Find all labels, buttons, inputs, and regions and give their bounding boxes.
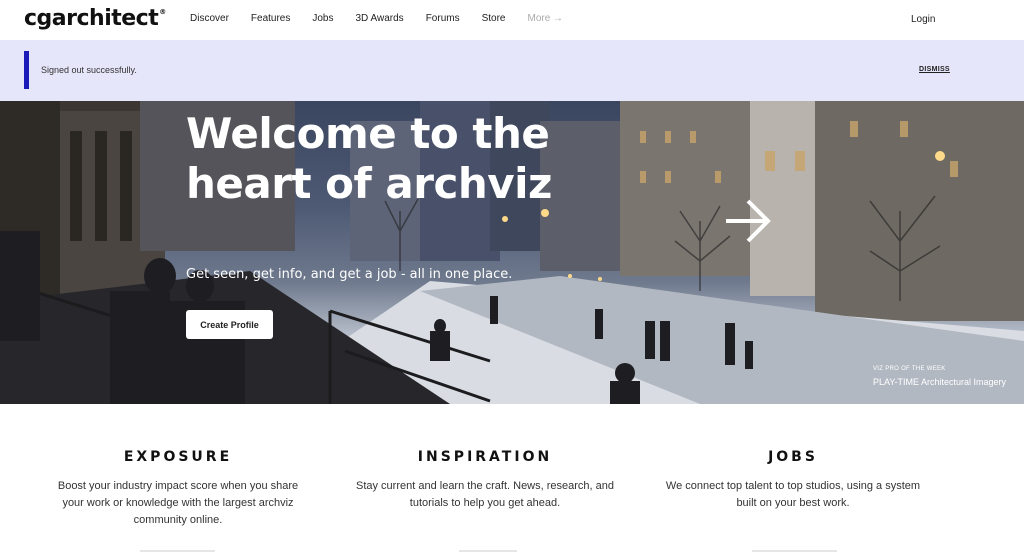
feature-title: EXPOSURE — [123, 449, 233, 465]
login-link[interactable]: Login — [911, 14, 935, 25]
flash-accent-bar — [24, 51, 29, 89]
hero-subtitle: Get seen, get info, and get a job - all … — [186, 267, 513, 282]
nav-link-store[interactable]: Store — [482, 13, 506, 24]
feature-title: JOBS — [768, 449, 818, 465]
hero-title: Welcome to the heart of archviz — [186, 109, 552, 208]
nav-link-more[interactable]: More → — [528, 13, 564, 24]
nav-link-jobs[interactable]: Jobs — [312, 13, 333, 24]
feature-text: We connect top talent to top studios, us… — [665, 480, 921, 509]
logo[interactable]: cgarchitect® — [24, 6, 166, 31]
nav-links: Discover Features Jobs 3D Awards Forums … — [190, 13, 585, 24]
arrow-right-icon[interactable] — [722, 195, 774, 247]
feature-text: Stay current and learn the craft. News, … — [355, 480, 615, 509]
feature-title: INSPIRATION — [417, 449, 553, 465]
viz-pro-credit[interactable]: PLAY-TIME Architectural Imagery — [873, 377, 1006, 387]
nav-link-3d-awards[interactable]: 3D Awards — [356, 13, 404, 24]
flash-message: Signed out successfully. — [41, 65, 137, 75]
hero-banner: Welcome to the heart of archviz Get seen… — [0, 101, 1024, 404]
feature-text: Boost your industry impact score when yo… — [57, 480, 299, 526]
top-navigation: cgarchitect® Discover Features Jobs 3D A… — [0, 0, 1024, 40]
flash-notice: Signed out successfully. DISMISS — [0, 40, 1024, 101]
nav-link-discover[interactable]: Discover — [190, 13, 229, 24]
feature-exposure: EXPOSURE Boost your industry impact scor… — [48, 449, 308, 529]
logo-text: cgarchitect — [24, 6, 159, 31]
registered-mark: ® — [159, 8, 166, 16]
viz-pro-kicker: VIZ PRO OF THE WEEK — [873, 366, 946, 372]
nav-link-forums[interactable]: Forums — [426, 13, 460, 24]
feature-inspiration: INSPIRATION Stay current and learn the c… — [355, 449, 615, 512]
feature-jobs: JOBS We connect top talent to top studio… — [663, 449, 923, 512]
dismiss-link[interactable]: DISMISS — [919, 66, 950, 73]
create-profile-button[interactable]: Create Profile — [186, 310, 273, 339]
nav-link-features[interactable]: Features — [251, 13, 290, 24]
features-section: EXPOSURE Boost your industry impact scor… — [0, 404, 1024, 552]
